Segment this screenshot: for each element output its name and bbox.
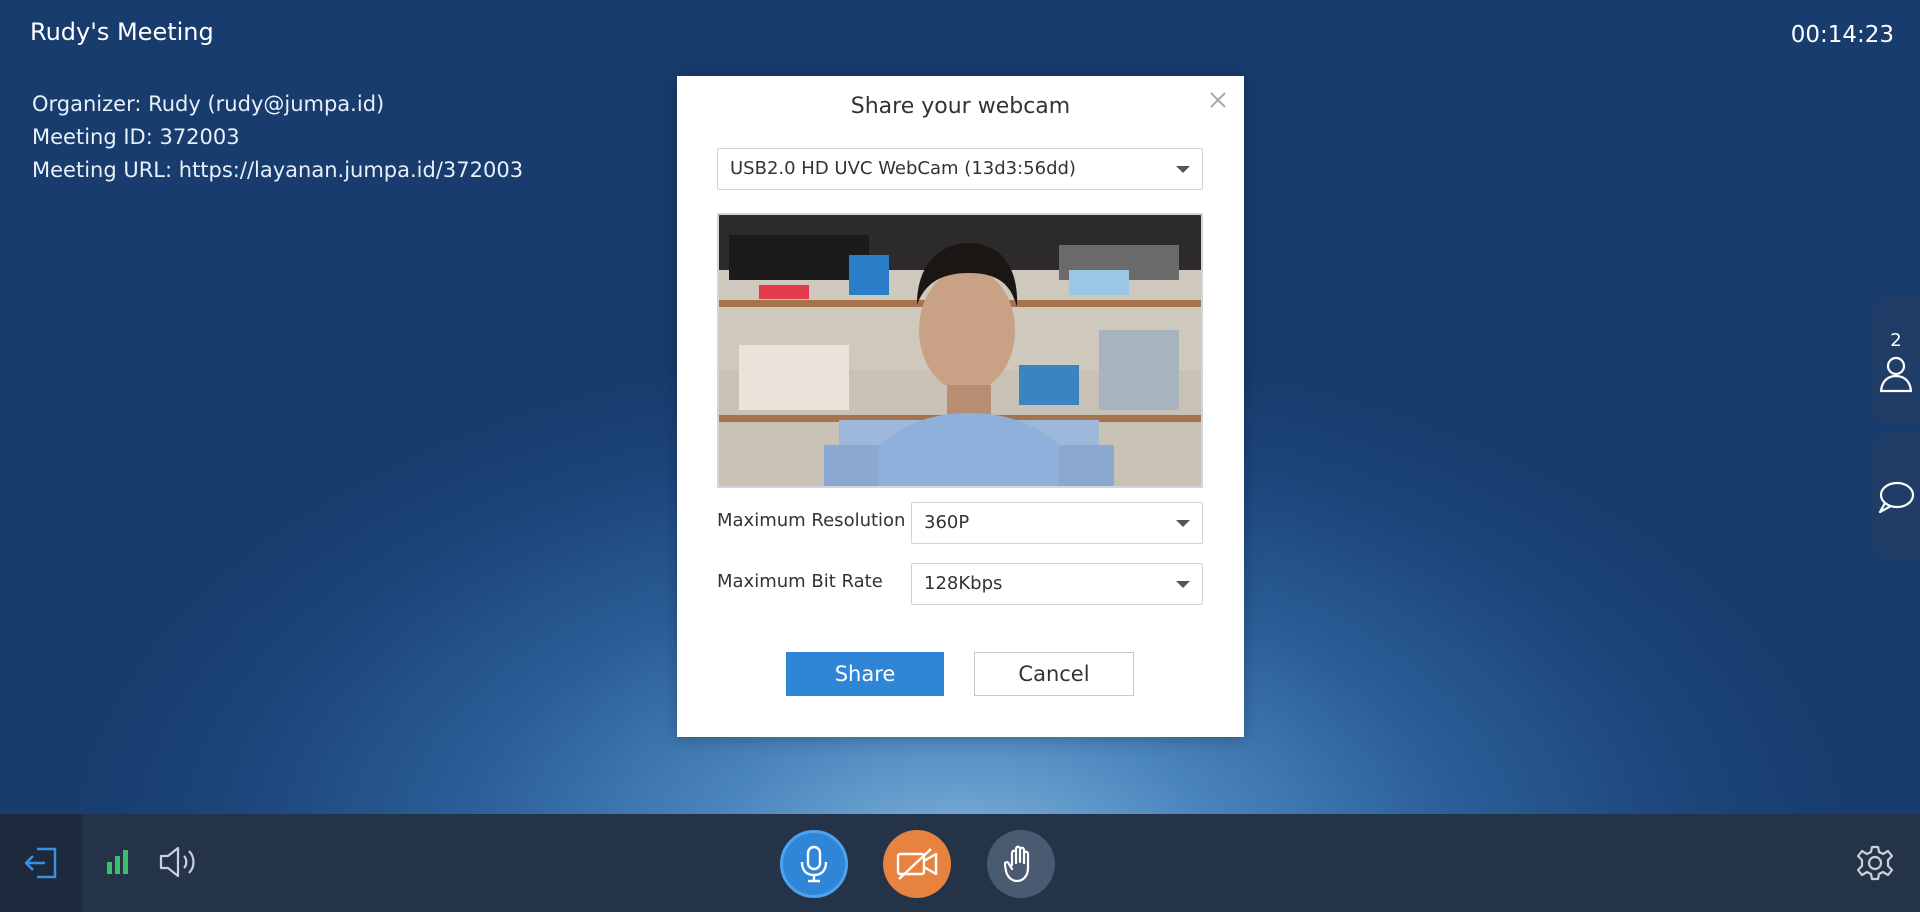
speaker-icon[interactable]: [158, 844, 198, 880]
meeting-id-text: Meeting ID: 372003: [32, 125, 240, 149]
bitrate-select[interactable]: 128Kbps: [911, 563, 1203, 605]
person-icon: [1879, 356, 1913, 392]
camera-button[interactable]: [883, 830, 951, 898]
webcam-preview-image: [719, 215, 1201, 486]
share-webcam-dialog: Share your webcam USB2.0 HD UVC WebCam (…: [677, 76, 1244, 737]
meeting-timer: 00:14:23: [1790, 22, 1894, 48]
organizer-text: Organizer: Rudy (rudy@jumpa.id): [32, 92, 385, 116]
share-button[interactable]: Share: [786, 652, 944, 696]
chevron-down-icon: [1176, 520, 1190, 527]
resolution-value: 360P: [924, 512, 970, 533]
chat-tab[interactable]: [1872, 432, 1920, 562]
cancel-button[interactable]: Cancel: [974, 652, 1134, 696]
bottom-toolbar: [0, 814, 1920, 912]
chevron-down-icon: [1176, 166, 1190, 173]
participants-tab[interactable]: 2: [1872, 296, 1920, 426]
resolution-select[interactable]: 360P: [911, 502, 1203, 544]
camera-device-value: USB2.0 HD UVC WebCam (13d3:56dd): [730, 158, 1076, 179]
exit-icon: [24, 847, 57, 879]
bitrate-value: 128Kbps: [924, 573, 1003, 594]
chat-bubble-icon: [1878, 481, 1915, 514]
participant-count: 2: [1890, 329, 1902, 351]
raise-hand-button[interactable]: [987, 830, 1055, 898]
webcam-preview: [717, 213, 1203, 488]
dialog-title: Share your webcam: [850, 94, 1071, 119]
gear-icon[interactable]: [1856, 844, 1894, 882]
raise-hand-icon: [1004, 845, 1030, 883]
bitrate-label: Maximum Bit Rate: [717, 571, 883, 592]
leave-meeting-button[interactable]: [0, 814, 82, 912]
camera-off-icon: [896, 848, 938, 880]
meeting-info: Organizer: Rudy (rudy@jumpa.id) Meeting …: [32, 88, 523, 187]
chevron-down-icon: [1176, 581, 1190, 588]
microphone-icon: [800, 845, 828, 883]
meeting-url-text: Meeting URL: https://layanan.jumpa.id/37…: [32, 158, 524, 182]
resolution-label: Maximum Resolution: [717, 510, 906, 531]
close-button[interactable]: [1206, 88, 1230, 112]
meeting-title: Rudy's Meeting: [30, 18, 214, 46]
microphone-button[interactable]: [780, 830, 848, 898]
signal-bars-icon: [107, 850, 128, 874]
close-icon: [1210, 92, 1226, 108]
camera-device-select[interactable]: USB2.0 HD UVC WebCam (13d3:56dd): [717, 148, 1203, 190]
